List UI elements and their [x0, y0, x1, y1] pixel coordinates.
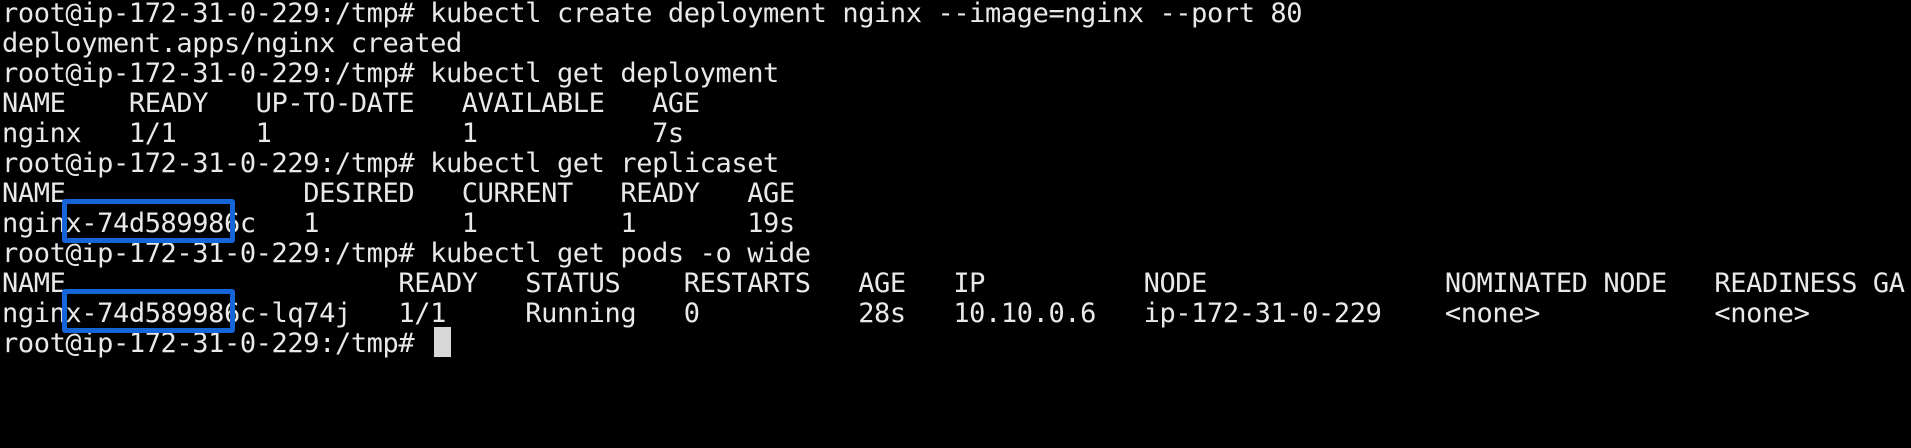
pod-replicaset-hash-highlight — [62, 289, 235, 333]
terminal-window[interactable]: root@ip-172-31-0-229:/tmp# kubectl creat… — [0, 0, 1911, 448]
terminal-cursor — [434, 327, 452, 357]
replicaset-hash-highlight — [62, 199, 235, 243]
